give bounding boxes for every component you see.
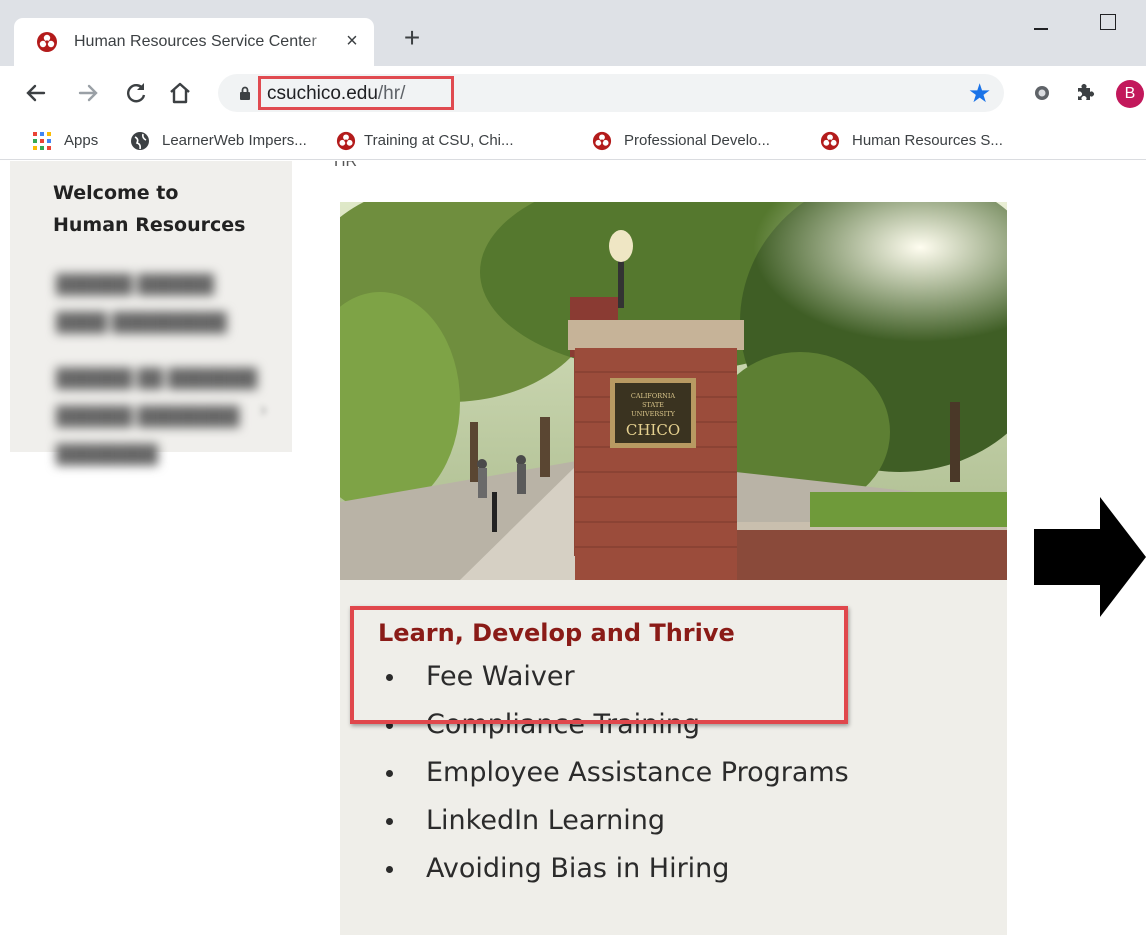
profile-avatar[interactable]: B <box>1116 80 1144 108</box>
url-host: csuchico.edu <box>267 83 378 104</box>
bookmark-learnerweb[interactable]: LearnerWeb Impers... <box>130 130 330 152</box>
apps-grid-icon <box>33 132 51 150</box>
list-item-avoiding-bias[interactable]: Avoiding Bias in Hiring <box>378 849 849 897</box>
address-bar[interactable]: csuchico.edu/hr/ ★ <box>218 74 1004 112</box>
tab-hr-service-center[interactable]: Human Resources Service Center × <box>14 18 374 66</box>
breadcrumb[interactable]: HR <box>334 161 357 171</box>
lock-icon <box>240 86 250 100</box>
csu-logo-icon <box>336 131 356 151</box>
bookmark-label: Apps <box>64 132 99 149</box>
chevron-right-icon[interactable]: › <box>260 399 267 422</box>
sign-line-2: STATE <box>642 401 664 409</box>
forward-arrow-icon[interactable] <box>74 79 102 107</box>
bookmark-star-icon[interactable]: ★ <box>968 80 994 106</box>
globe-icon <box>131 132 149 150</box>
web-content: HR Welcome to Human Resources ██████ ███… <box>0 161 1146 935</box>
sign-line-1: CALIFORNIA <box>631 392 676 400</box>
sign-line-3: UNIVERSITY <box>631 410 675 418</box>
bookmark-training[interactable]: Training at CSU, Chi... <box>336 130 556 152</box>
close-icon[interactable]: × <box>340 29 364 53</box>
annotation-highlight-box <box>350 606 848 724</box>
tab-title: Human Resources Service Center <box>74 31 336 53</box>
new-tab-button[interactable]: + <box>398 24 426 52</box>
welcome-line-2: Human Resources <box>53 214 246 236</box>
csu-logo-icon <box>820 131 840 151</box>
back-arrow-icon[interactable] <box>22 79 50 107</box>
list-item-linkedin-learning[interactable]: LinkedIn Learning <box>378 801 849 849</box>
right-arrow-icon <box>1034 497 1146 617</box>
bookmark-apps[interactable]: Apps <box>32 130 112 152</box>
bookmark-label: Human Resources S... <box>852 132 1003 149</box>
bookmark-label: Professional Develo... <box>624 132 770 149</box>
bookmark-label: Training at CSU, Chi... <box>364 132 514 149</box>
bookmarks-bar: Apps LearnerWeb Impers... Training at CS… <box>0 120 1146 160</box>
csu-logo-icon <box>37 32 57 52</box>
welcome-line-1: Welcome to <box>53 182 179 204</box>
list-item-employee-assistance[interactable]: Employee Assistance Programs <box>378 753 849 801</box>
reload-icon[interactable] <box>122 79 150 107</box>
sidebar-item-blurred-2[interactable]: ██████ ██ ███████ ██████ ████████ ████████ <box>56 359 257 473</box>
browser-window: Human Resources Service Center × + csuch… <box>0 0 1146 935</box>
tab-strip: Human Resources Service Center × + <box>0 0 1146 66</box>
browser-toolbar: csuchico.edu/hr/ ★ <box>0 66 1146 120</box>
sidebar-item-blurred-1[interactable]: ██████ ██████ ████ █████████ <box>56 265 227 341</box>
campus-photo: CALIFORNIA STATE UNIVERSITY CHICO <box>340 202 1007 580</box>
bookmark-human-resources[interactable]: Human Resources S... <box>820 130 1040 152</box>
minimize-button[interactable] <box>1030 16 1054 40</box>
extension-circle-icon[interactable] <box>1028 79 1056 107</box>
maximize-button[interactable] <box>1100 14 1116 30</box>
url-text[interactable]: csuchico.edu/hr/ <box>267 82 405 106</box>
bookmark-professional-development[interactable]: Professional Develo... <box>592 130 812 152</box>
csu-logo-icon <box>592 131 612 151</box>
home-icon[interactable] <box>166 79 194 107</box>
bookmark-label: LearnerWeb Impers... <box>162 132 307 149</box>
sign-line-4: CHICO <box>626 421 680 439</box>
sidebar-welcome[interactable]: Welcome to Human Resources <box>53 177 273 241</box>
sidebar-nav: Welcome to Human Resources ██████ ██████… <box>10 161 292 464</box>
extensions-puzzle-icon[interactable] <box>1070 79 1098 107</box>
hero-image: CALIFORNIA STATE UNIVERSITY CHICO <box>340 202 1007 580</box>
url-annotation-box: csuchico.edu/hr/ <box>258 76 454 110</box>
url-path: /hr/ <box>377 83 406 104</box>
